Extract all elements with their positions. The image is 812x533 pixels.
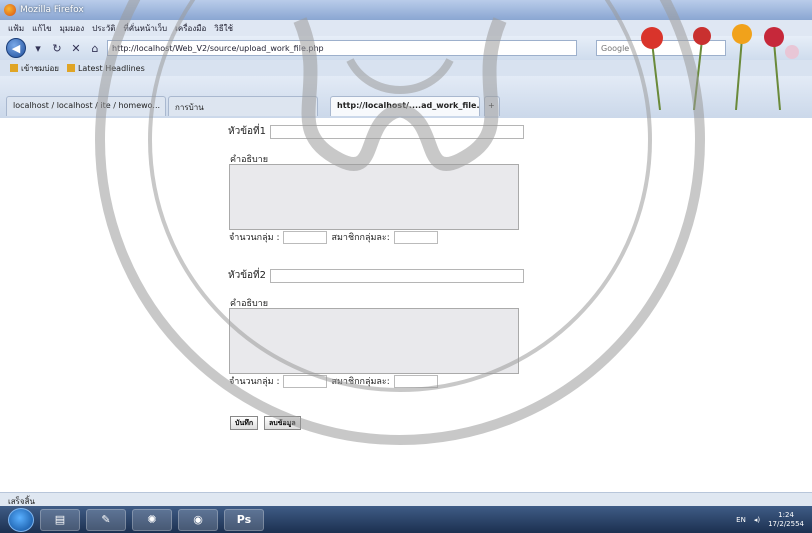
- language-indicator[interactable]: EN: [736, 516, 746, 524]
- members-per-group2-label: สมาชิกกลุ่มละ:: [331, 377, 390, 387]
- menu-help[interactable]: วิธีใช้: [214, 22, 233, 34]
- volume-icon[interactable]: ◂): [754, 516, 760, 524]
- clock[interactable]: 1:24 17/2/2554: [768, 511, 804, 529]
- back-button[interactable]: ◀: [6, 38, 26, 58]
- search-input[interactable]: [596, 40, 726, 56]
- save-button[interactable]: บันทึก: [230, 416, 259, 430]
- stop-icon[interactable]: ✕: [69, 42, 83, 55]
- topic1-row: หัวข้อที่1: [228, 124, 525, 139]
- members-per-group2-input[interactable]: [393, 374, 438, 388]
- tab-strip: localhost / localhost / ite / homewo... …: [0, 76, 812, 118]
- window-title: Mozilla Firefox: [20, 5, 84, 15]
- topic1-label: หัวข้อที่1: [228, 126, 267, 137]
- status-text: เสร็จสิ้น: [8, 497, 35, 506]
- description2-textarea[interactable]: [229, 308, 519, 374]
- photoshop-icon[interactable]: Ps: [224, 508, 264, 531]
- clock-date: 17/2/2554: [768, 519, 804, 528]
- clock-time: 1:24: [778, 510, 794, 519]
- rss-icon: [66, 64, 75, 72]
- bookmark-most-visited[interactable]: เข้าชมบ่อย: [10, 62, 59, 75]
- url-bar[interactable]: [107, 40, 577, 56]
- firefox-taskbar-icon[interactable]: ◉: [178, 508, 218, 531]
- menu-edit[interactable]: แก้ไข: [32, 22, 52, 34]
- menu-tools[interactable]: เครื่องมือ: [175, 22, 206, 34]
- menu-bookmarks[interactable]: ที่คั่นหน้าเว็บ: [123, 22, 167, 34]
- bookmark-latest-headlines[interactable]: Latest Headlines: [66, 64, 145, 73]
- home-icon[interactable]: ⌂: [88, 42, 102, 55]
- paint-icon[interactable]: ✎: [86, 508, 126, 531]
- menu-view[interactable]: มุมมอง: [60, 22, 85, 34]
- firefox-icon: [4, 4, 16, 16]
- reload-icon[interactable]: ↻: [50, 42, 64, 55]
- start-button[interactable]: [8, 507, 34, 532]
- new-tab-button[interactable]: +: [484, 96, 500, 116]
- group2-row: จำนวนกลุ่ม : สมาชิกกลุ่มละ:: [229, 374, 438, 388]
- window-titlebar: Mozilla Firefox: [0, 0, 812, 20]
- group-count1-label: จำนวนกลุ่ม :: [229, 233, 280, 243]
- taskbar: ▤ ✎ ✺ ◉ Ps EN ◂) 1:24 17/2/2554: [0, 506, 812, 533]
- topic2-input[interactable]: [270, 268, 525, 283]
- tab-homework[interactable]: การบ้าน: [168, 96, 318, 116]
- topic2-label: หัวข้อที่2: [228, 270, 267, 281]
- navigation-toolbar: ◀ ▾ ↻ ✕ ⌂: [0, 36, 812, 60]
- settings-icon[interactable]: ✺: [132, 508, 172, 531]
- topic2-row: หัวข้อที่2: [228, 268, 525, 283]
- group-count2-label: จำนวนกลุ่ม :: [229, 377, 280, 387]
- explorer-icon[interactable]: ▤: [40, 508, 80, 531]
- dropdown-arrow-icon[interactable]: ▾: [31, 42, 45, 55]
- menu-file[interactable]: แฟ้ม: [8, 22, 24, 34]
- menu-history[interactable]: ประวัติ: [92, 22, 115, 34]
- group-count2-input[interactable]: [283, 374, 328, 388]
- group-count1-input[interactable]: [283, 230, 328, 244]
- members-per-group1-input[interactable]: [393, 230, 438, 244]
- menu-bar: แฟ้ม แก้ไข มุมมอง ประวัติ ที่คั่นหน้าเว็…: [0, 20, 812, 36]
- clear-button[interactable]: ลบข้อมูล: [264, 416, 301, 430]
- page-content: หัวข้อที่1 คำอธิบาย จำนวนกลุ่ม : สมาชิกก…: [0, 118, 812, 492]
- tab-upload-work-file[interactable]: http://localhost/....ad_work_file.php×: [330, 96, 480, 116]
- system-tray: EN ◂) 1:24 17/2/2554: [736, 511, 804, 529]
- status-bar: เสร็จสิ้น: [0, 492, 812, 506]
- bookmark-icon: [10, 64, 18, 72]
- tab-localhost[interactable]: localhost / localhost / ite / homewo...: [6, 96, 166, 116]
- topic1-input[interactable]: [270, 124, 525, 139]
- group1-row: จำนวนกลุ่ม : สมาชิกกลุ่มละ:: [229, 230, 438, 244]
- description1-textarea[interactable]: [229, 164, 519, 230]
- members-per-group1-label: สมาชิกกลุ่มละ:: [331, 233, 390, 243]
- bookmarks-toolbar: เข้าชมบ่อย Latest Headlines: [0, 60, 812, 76]
